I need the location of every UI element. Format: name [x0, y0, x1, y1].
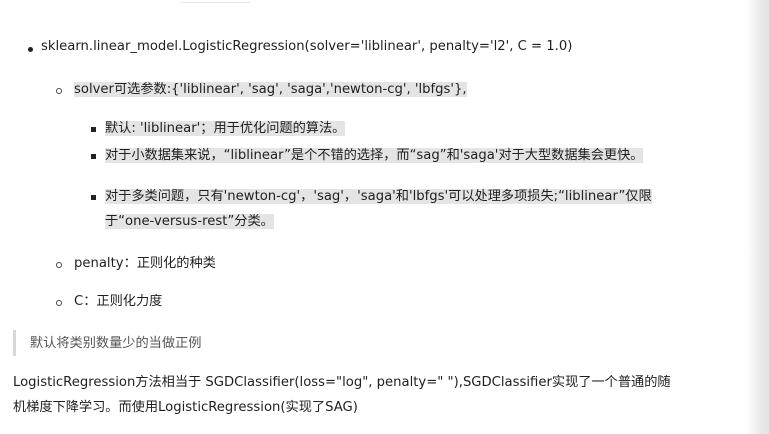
bullet-square — [91, 154, 96, 159]
bullet-square — [91, 127, 96, 132]
document-page: sklearn.linear_model.LogisticRegression(… — [0, 0, 769, 434]
list-item-default-solver: 默认: 'liblinear'；用于优化问题的算法。 — [105, 119, 346, 139]
paragraph-line-1: LogisticRegression方法相当于 SGDClassifier(lo… — [13, 375, 671, 390]
highlighted-text: 于“one-versus-rest”分类。 — [105, 214, 274, 229]
list-item-logistic-regression: sklearn.linear_model.LogisticRegression(… — [41, 39, 573, 54]
blockquote-text: 默认将类别数量少的当做正例 — [30, 336, 202, 351]
bullet-square — [91, 195, 96, 200]
list-item-c: C：正则化力度 — [74, 294, 163, 309]
highlighted-text: 默认: 'liblinear'；用于优化问题的算法。 — [105, 121, 346, 136]
paragraph-line-2: 机梯度下降学习。而使用LogisticRegression(实现了SAG) — [13, 400, 358, 415]
bullet-circle — [56, 88, 62, 94]
bullet-circle — [56, 262, 62, 268]
list-item-multiclass: 对于多类问题，只有'newton-cg'，'sag'，'saga'和'lbfgs… — [105, 187, 652, 207]
cropped-top-decoration — [180, 0, 250, 3]
list-item-penalty: penalty：正则化的种类 — [74, 256, 216, 271]
blockquote-bar — [13, 330, 16, 356]
bullet-disc — [28, 47, 33, 52]
highlighted-text: 对于小数据集来说，“liblinear”是个不错的选择，而“sag”和'saga… — [105, 148, 644, 163]
list-item-solver: solver可选参数:{'liblinear', 'sag', 'saga','… — [74, 80, 477, 100]
highlighted-text: solver可选参数:{'liblinear', 'sag', 'saga','… — [74, 82, 467, 97]
list-item-multiclass-continued: 于“one-versus-rest”分类。 — [105, 212, 274, 232]
list-item-small-dataset: 对于小数据集来说，“liblinear”是个不错的选择，而“sag”和'saga… — [105, 146, 644, 166]
highlighted-text: 对于多类问题，只有'newton-cg'，'sag'，'saga'和'lbfgs… — [105, 189, 652, 204]
bullet-circle — [56, 300, 62, 306]
scroll-edge-shade — [747, 0, 769, 434]
